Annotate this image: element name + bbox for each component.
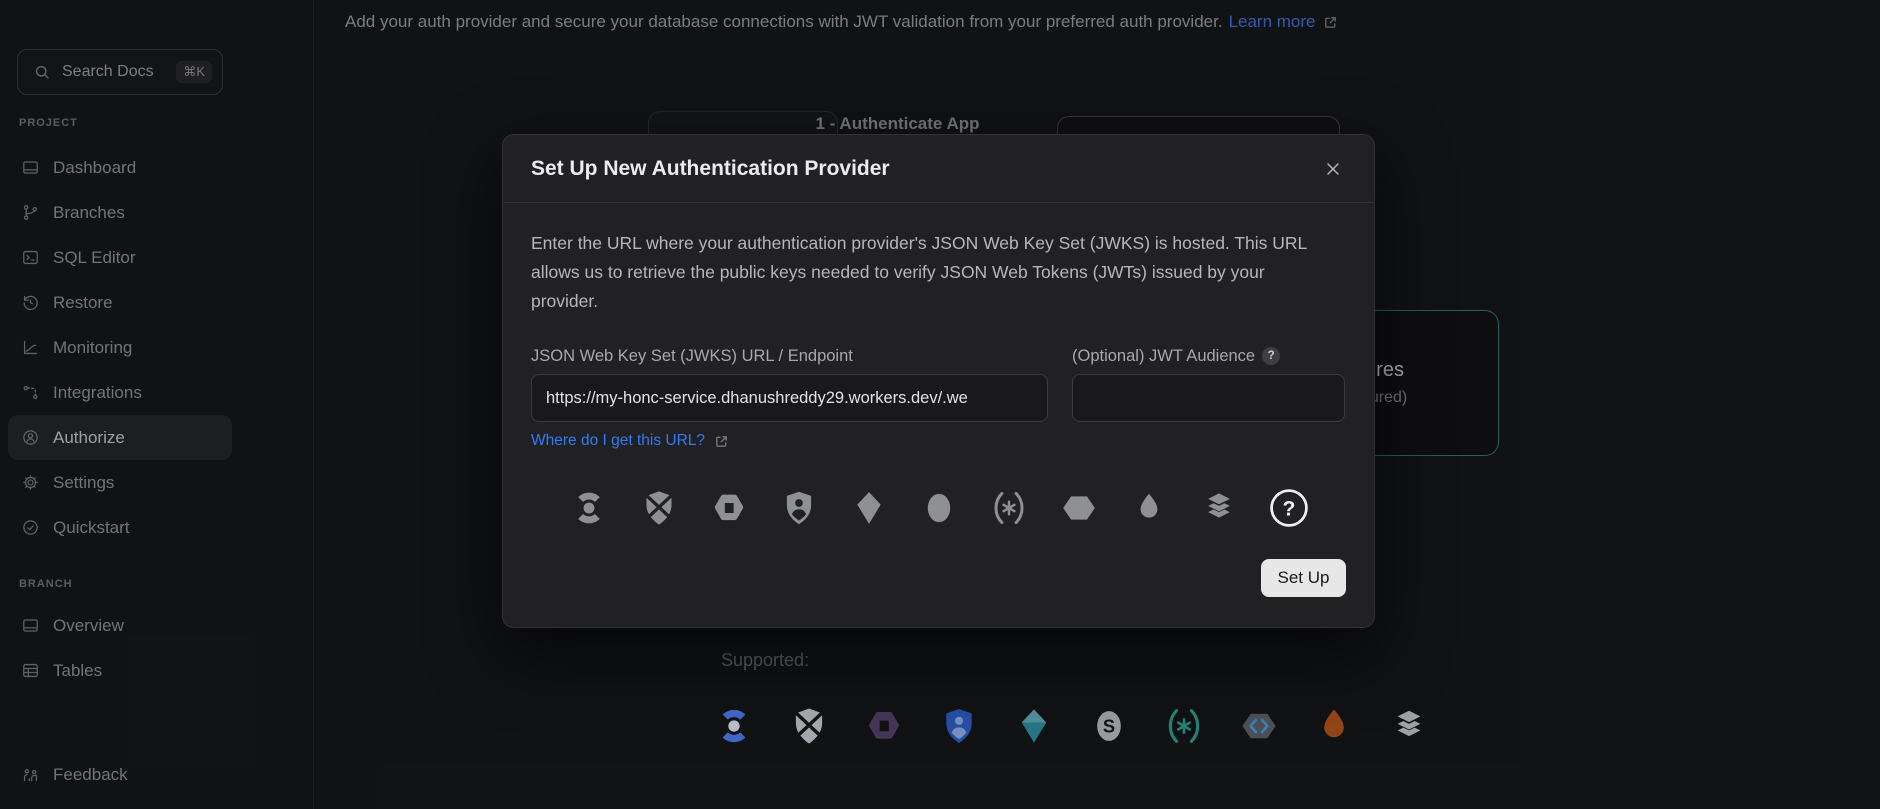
- search-shortcut: ⌘K: [176, 61, 212, 83]
- audience-field-group: (Optional) JWT Audience ?: [1072, 346, 1345, 422]
- hexagon-provider-button[interactable]: [1057, 486, 1101, 530]
- auth-banner: Add your auth provider and secure your d…: [345, 12, 1341, 32]
- search-label: Search Docs: [62, 63, 166, 81]
- keycloak-provider-button[interactable]: [707, 486, 751, 530]
- jwks-field-group: JSON Web Key Set (JWKS) URL / Endpoint: [531, 346, 1048, 422]
- form-row: JSON Web Key Set (JWKS) URL / Endpoint (…: [531, 346, 1346, 422]
- sidebar-item-feedback[interactable]: Feedback: [8, 752, 232, 797]
- droplet-provider-button[interactable]: [1127, 486, 1171, 530]
- auth-shield-person-icon: [937, 704, 981, 748]
- search-docs-button[interactable]: Search Docs ⌘K: [17, 49, 223, 95]
- sidebar-item-label: Restore: [53, 293, 113, 313]
- search-icon: [32, 62, 52, 82]
- app-screen: Search Docs ⌘K PROJECT Dashboard Branche…: [0, 0, 1880, 809]
- shield-quarters-icon: [787, 704, 831, 748]
- keycloak-hexagon-icon: [862, 704, 906, 748]
- supported-label: Supported:: [721, 650, 809, 671]
- oval-provider-button[interactable]: [917, 486, 961, 530]
- s-circle-icon: S: [1087, 704, 1131, 748]
- modal-footer: Set Up: [531, 559, 1346, 597]
- sidebar-item-label: Monitoring: [53, 338, 132, 358]
- sidebar-item-dashboard[interactable]: Dashboard: [8, 145, 232, 190]
- modal-header: Set Up New Authentication Provider: [503, 135, 1374, 203]
- window-icon: [20, 616, 40, 636]
- layers-stack-icon: [1387, 704, 1431, 748]
- modal-body: Enter the URL where your authentication …: [503, 229, 1374, 597]
- where-url-link[interactable]: Where do I get this URL?: [531, 431, 731, 451]
- help-badge-icon[interactable]: ?: [1262, 347, 1280, 365]
- close-icon[interactable]: [1320, 156, 1346, 182]
- dashboard-icon: [20, 158, 40, 178]
- git-branch-icon: [20, 203, 40, 223]
- auth-provider-modal: Set Up New Authentication Provider Enter…: [502, 134, 1375, 628]
- sidebar-item-label: Tables: [53, 661, 102, 681]
- sidebar-item-restore[interactable]: Restore: [8, 280, 232, 325]
- svg-text:?: ?: [1282, 497, 1295, 520]
- sidebar: Search Docs ⌘K PROJECT Dashboard Branche…: [0, 0, 266, 809]
- flame-icon: [1312, 704, 1356, 748]
- feedback-people-icon: [20, 765, 40, 785]
- sidebar-item-tables[interactable]: Tables: [8, 648, 232, 693]
- integrations-flow-icon: [20, 383, 40, 403]
- sidebar-item-branches[interactable]: Branches: [8, 190, 232, 235]
- jwt-audience-input[interactable]: [1072, 374, 1345, 422]
- shield-quarters-provider-button[interactable]: [637, 486, 681, 530]
- section-label-project: PROJECT: [19, 117, 78, 129]
- svg-text:S: S: [1103, 716, 1115, 737]
- feedback-nav: Feedback: [8, 752, 232, 797]
- kite-provider-button[interactable]: [847, 486, 891, 530]
- jwks-url-input[interactable]: [531, 374, 1048, 422]
- sidebar-item-label: Feedback: [53, 765, 128, 785]
- sidebar-item-label: Settings: [53, 473, 114, 493]
- sidebar-item-label: Integrations: [53, 383, 142, 403]
- custom-provider-question-button[interactable]: ?: [1267, 486, 1311, 530]
- sidebar-item-label: SQL Editor: [53, 248, 136, 268]
- sidebar-item-label: Dashboard: [53, 158, 136, 178]
- step-label: 1 - Authenticate App: [775, 114, 1020, 134]
- sidebar-item-monitoring[interactable]: Monitoring: [8, 325, 232, 370]
- learn-more-link[interactable]: Learn more: [1229, 12, 1341, 32]
- project-nav: Dashboard Branches SQL Editor Restore Mo…: [8, 145, 232, 550]
- section-label-branch: BRANCH: [19, 578, 73, 590]
- gear-icon: [20, 473, 40, 493]
- restore-clock-icon: [20, 293, 40, 313]
- content-divider: [313, 0, 314, 809]
- brackets-provider-button[interactable]: [987, 486, 1031, 530]
- sidebar-item-label: Quickstart: [53, 518, 130, 538]
- user-circle-icon: [20, 428, 40, 448]
- external-link-icon: [1321, 12, 1341, 32]
- kite-diamond-icon: [1012, 704, 1056, 748]
- sidebar-item-label: Branches: [53, 203, 125, 223]
- supported-providers-row: S: [712, 704, 1431, 748]
- clerk-provider-button[interactable]: [567, 486, 611, 530]
- hexagon-arrows-icon: [1237, 704, 1281, 748]
- sidebar-item-overview[interactable]: Overview: [8, 603, 232, 648]
- sidebar-item-quickstart[interactable]: Quickstart: [8, 505, 232, 550]
- sidebar-item-sql-editor[interactable]: SQL Editor: [8, 235, 232, 280]
- sidebar-item-authorize[interactable]: Authorize: [8, 415, 232, 460]
- auth-banner-text: Add your auth provider and secure your d…: [345, 12, 1223, 32]
- branch-nav: Overview Tables: [8, 603, 232, 693]
- modal-description: Enter the URL where your authentication …: [531, 229, 1309, 316]
- set-up-button[interactable]: Set Up: [1261, 559, 1346, 597]
- modal-title: Set Up New Authentication Provider: [531, 157, 890, 181]
- auth-shield-provider-button[interactable]: [777, 486, 821, 530]
- jwks-url-label: JSON Web Key Set (JWKS) URL / Endpoint: [531, 346, 1048, 366]
- table-icon: [20, 661, 40, 681]
- sidebar-item-label: Overview: [53, 616, 124, 636]
- layers-provider-button[interactable]: [1197, 486, 1241, 530]
- provider-selector-row: ?: [531, 486, 1346, 530]
- monitoring-chart-icon: [20, 338, 40, 358]
- sidebar-item-settings[interactable]: Settings: [8, 460, 232, 505]
- sql-editor-icon: [20, 248, 40, 268]
- sidebar-item-label: Authorize: [53, 428, 125, 448]
- brackets-asterisk-icon: [1162, 704, 1206, 748]
- clerk-icon: [712, 704, 756, 748]
- check-circle-icon: [20, 518, 40, 538]
- sidebar-item-integrations[interactable]: Integrations: [8, 370, 232, 415]
- jwt-audience-label: (Optional) JWT Audience ?: [1072, 346, 1345, 366]
- external-link-icon: [711, 431, 731, 451]
